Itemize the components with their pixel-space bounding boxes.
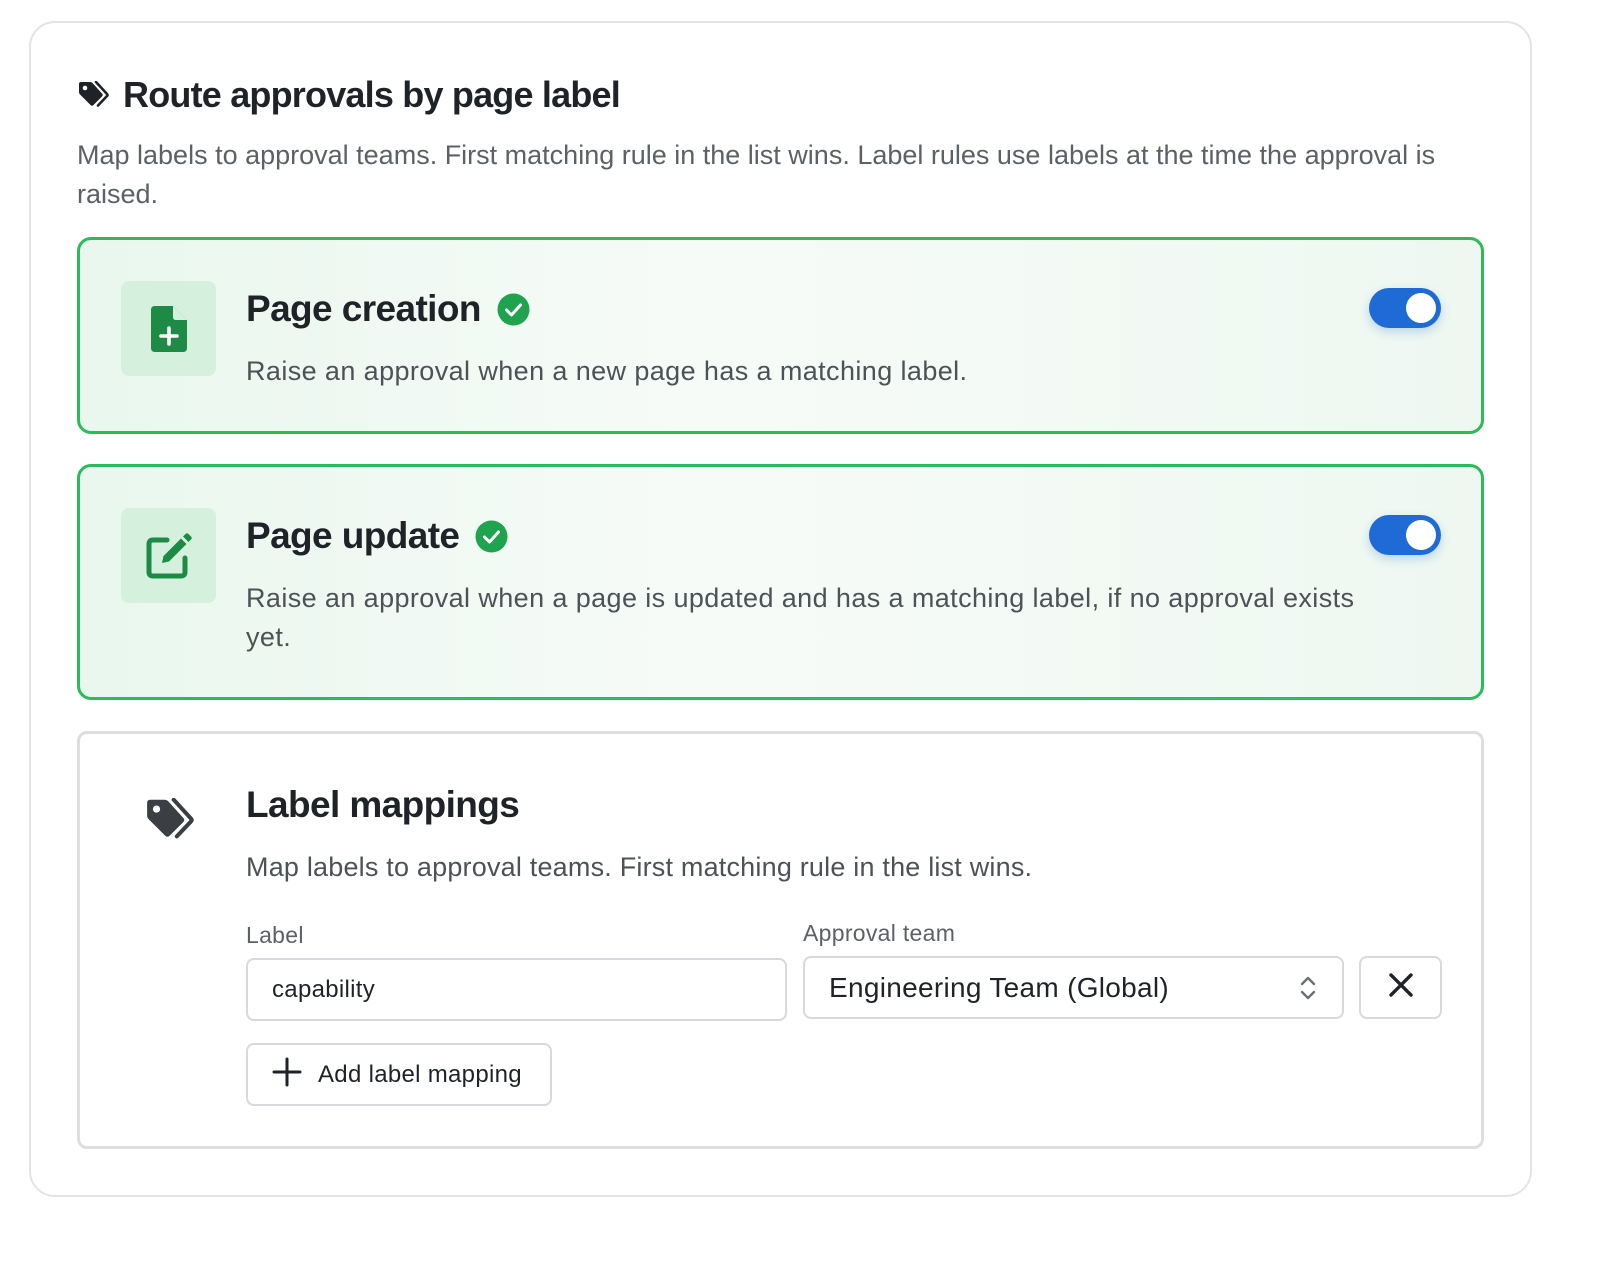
approval-team-select[interactable]: Engineering Team (Global) bbox=[803, 956, 1344, 1019]
label-mappings-card: Label mappings Map labels to approval te… bbox=[77, 731, 1484, 1149]
approval-team-field-label: Approval team bbox=[803, 920, 956, 946]
section-header: Route approvals by page label bbox=[77, 74, 621, 116]
page-update-toggle[interactable] bbox=[1369, 515, 1441, 555]
option-title: Page update bbox=[246, 515, 460, 556]
edit-icon bbox=[121, 508, 216, 603]
page-title: Route approvals by page label bbox=[123, 74, 621, 115]
page-update-option: Page update Raise an approval when a pag… bbox=[77, 464, 1484, 700]
toggle-knob bbox=[1406, 293, 1436, 323]
option-description: Raise an approval when a page is updated… bbox=[246, 583, 1355, 652]
tags-icon bbox=[144, 797, 194, 842]
page-creation-toggle[interactable] bbox=[1369, 288, 1441, 328]
page-creation-option: Page creation Raise an approval when a n… bbox=[77, 237, 1484, 434]
toggle-knob bbox=[1406, 520, 1436, 550]
close-icon bbox=[1388, 972, 1414, 1003]
label-input[interactable] bbox=[246, 958, 787, 1021]
remove-mapping-button[interactable] bbox=[1359, 956, 1442, 1019]
label-mappings-title: Label mappings bbox=[246, 784, 520, 825]
check-circle-icon bbox=[475, 520, 508, 553]
tags-icon bbox=[77, 79, 109, 111]
add-label-mapping-button[interactable]: Add label mapping bbox=[246, 1043, 552, 1106]
label-field-label: Label bbox=[246, 922, 304, 948]
approval-team-value: Engineering Team (Global) bbox=[829, 971, 1170, 1003]
chevron-up-down-icon bbox=[1298, 973, 1318, 1003]
check-circle-icon bbox=[497, 293, 530, 326]
file-plus-icon bbox=[121, 281, 216, 376]
option-description: Raise an approval when a new page has a … bbox=[246, 356, 968, 386]
add-label-mapping-label: Add label mapping bbox=[318, 1060, 522, 1088]
section-description: Map labels to approval teams. First matc… bbox=[77, 140, 1436, 209]
option-title: Page creation bbox=[246, 288, 481, 329]
label-mappings-description: Map labels to approval teams. First matc… bbox=[246, 852, 1033, 882]
plus-icon bbox=[272, 1057, 302, 1092]
